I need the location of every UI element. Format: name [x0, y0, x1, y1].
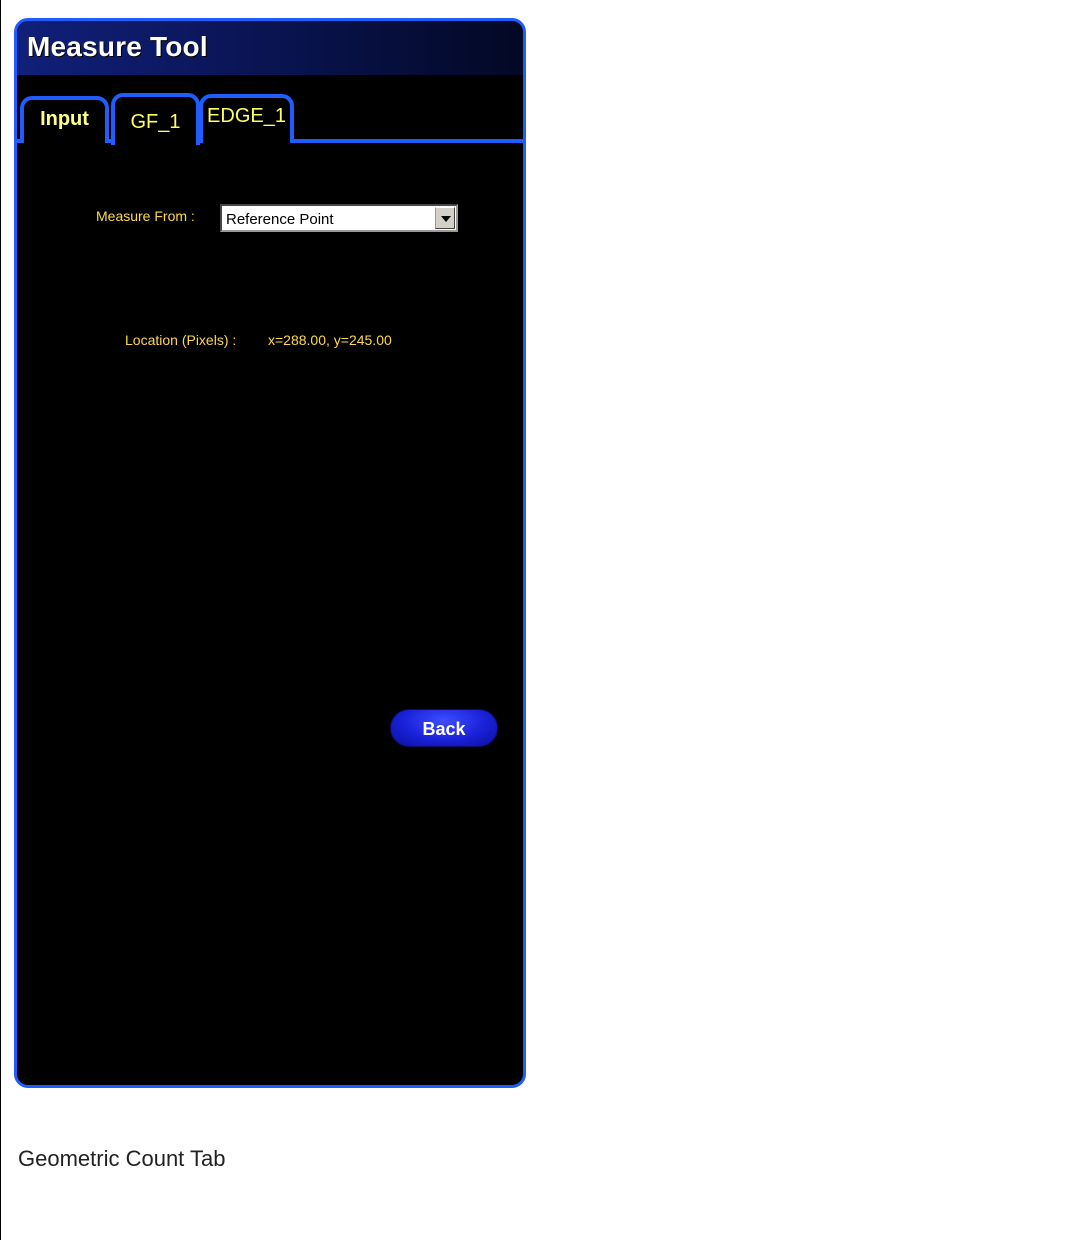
title-bar: Measure Tool — [17, 21, 523, 75]
tab-gf-1-label: GF_1 — [130, 111, 181, 133]
measure-from-value: Reference Point — [226, 211, 334, 228]
tab-edge-1-label: EDGE_1 — [207, 105, 286, 127]
tab-edge-1[interactable]: EDGE_1 — [199, 94, 294, 143]
tab-input[interactable]: Input — [20, 96, 109, 143]
measure-tool-panel: Measure Tool Input GF_1 EDGE_1 Measure F… — [14, 18, 526, 1088]
location-value: x=288.00, y=245.00 — [268, 332, 392, 348]
location-label: Location (Pixels) : — [125, 332, 237, 348]
measure-from-label: Measure From : — [96, 208, 195, 224]
caption: Geometric Count Tab — [18, 1146, 226, 1171]
chevron-down-icon[interactable] — [435, 207, 455, 229]
window-title: Measure Tool — [27, 31, 208, 62]
page-border — [0, 0, 1, 1240]
tab-gf-1[interactable]: GF_1 — [111, 93, 200, 145]
measure-from-select[interactable]: Reference Point — [220, 204, 458, 232]
tab-input-label: Input — [40, 108, 89, 130]
back-button[interactable]: Back — [390, 709, 498, 747]
